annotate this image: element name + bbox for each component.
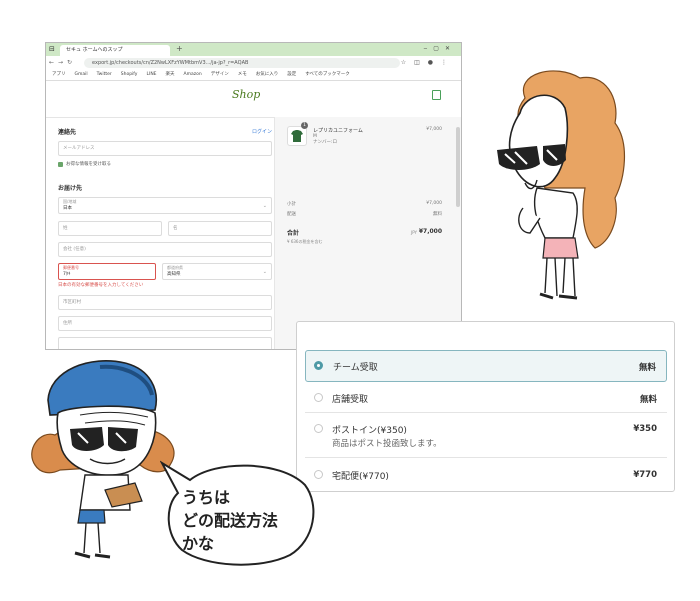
- radio-selected[interactable]: [314, 361, 323, 370]
- option-name: 宅配便(¥770): [332, 472, 389, 482]
- bookmark-item[interactable]: 設定: [287, 72, 296, 77]
- shop-header: Shop: [46, 81, 461, 118]
- bookmark-item[interactable]: アプリ: [52, 72, 66, 77]
- tshirt-icon: [291, 130, 303, 142]
- newsletter-label: お得な情報を受け取る: [66, 162, 111, 167]
- option-price: 無料: [638, 363, 656, 373]
- tab-search-icon[interactable]: ⊟: [49, 45, 55, 53]
- chevron-down-icon: ⌄: [262, 269, 267, 275]
- option-name: 店舗受取: [332, 395, 369, 405]
- tax-note: ¥ 636の税金を含む: [287, 239, 323, 244]
- city-field[interactable]: 市区町村: [58, 295, 272, 310]
- bookmark-item[interactable]: Shopify: [121, 72, 138, 77]
- browser-tab[interactable]: セキュ ホームへのスップ: [60, 45, 170, 56]
- shipping-option-post-in[interactable]: ポストイン(¥350) 商品はポスト投函致します。 ¥350: [305, 413, 667, 457]
- new-tab-icon[interactable]: +: [176, 44, 183, 53]
- cart-icon[interactable]: [432, 90, 441, 100]
- bookmark-item[interactable]: すべてのブックマーク: [305, 72, 350, 77]
- total-currency: JPY: [411, 230, 417, 235]
- speech-bubble-text: うちは どの配送方法 かな: [182, 488, 279, 553]
- bookmark-item[interactable]: デザイン: [211, 72, 229, 77]
- address-placeholder: 住所: [63, 321, 72, 326]
- bookmark-item[interactable]: 楽天: [166, 72, 175, 77]
- login-link[interactable]: ログイン: [252, 128, 272, 135]
- postal-error-message: 日本の有効な郵便番号を入力してください: [58, 283, 144, 288]
- option-name: ポストイン(¥350): [332, 426, 407, 436]
- browser-window: ⊟ セキュ ホームへのスップ + ‒▢✕ ←→↻ export.jp/check…: [45, 42, 462, 350]
- newsletter-checkbox[interactable]: [58, 162, 63, 167]
- bookmark-item[interactable]: Amazon: [184, 72, 202, 77]
- bookmark-item[interactable]: Gmail: [75, 72, 88, 77]
- shop-logo[interactable]: Shop: [232, 88, 260, 101]
- country-select[interactable]: 国/地域 日本 ⌄: [58, 197, 272, 214]
- nav-buttons-icon[interactable]: ←→↻: [49, 59, 76, 66]
- postal-code-field[interactable]: 郵便番号 7ﾀｷ: [58, 263, 156, 280]
- shipping-option-store-pickup[interactable]: 店舗受取 無料: [305, 382, 667, 412]
- chevron-down-icon: ⌄: [262, 203, 267, 209]
- total-label: 合計: [287, 230, 300, 237]
- radio-unselected[interactable]: [314, 424, 323, 433]
- first-name-field[interactable]: 名: [168, 221, 272, 236]
- last-name-placeholder: 姓: [63, 226, 68, 231]
- quantity-badge: 1: [301, 122, 308, 129]
- extensions-icon[interactable]: ☆◫●⋮: [401, 59, 455, 66]
- bookmark-item[interactable]: メモ: [238, 72, 247, 77]
- bookmark-item[interactable]: Twitter: [97, 72, 112, 77]
- checkout-area: 連絡先 ログイン メールアドレス お得な情報を受け取る お届け先 国/地域 日本…: [46, 117, 461, 349]
- bookmark-item[interactable]: お気に入り: [256, 72, 279, 77]
- option-price: ¥770: [633, 470, 657, 480]
- order-summary: 1 レプリカユニフォーム M ナンバー:ロ ¥7,000 小計 ¥7,000 配…: [274, 117, 461, 349]
- shipping-option-home-delivery[interactable]: 宅配便(¥770) ¥770: [305, 458, 667, 490]
- address-field[interactable]: 住所: [58, 316, 272, 331]
- option-price: ¥350: [633, 424, 657, 434]
- contact-heading: 連絡先: [58, 129, 77, 136]
- country-value: 日本: [63, 206, 72, 211]
- tab-bar: ⊟ セキュ ホームへのスップ + ‒▢✕: [46, 43, 461, 56]
- product-thumbnail: [287, 126, 307, 146]
- subtotal-label: 小計: [287, 202, 296, 207]
- product-price: ¥7,000: [426, 127, 442, 132]
- option-name: チーム受取: [333, 363, 378, 373]
- bookmark-item[interactable]: LINE: [146, 72, 156, 77]
- shipping-label: 配送: [287, 212, 296, 217]
- url-text: export.jp/checkouts/cn/Z2NwLXFzYWMtbmV3.…: [92, 60, 249, 66]
- address2-field[interactable]: [58, 337, 272, 349]
- option-description: 商品はポスト投函致します。: [332, 439, 442, 449]
- radio-unselected[interactable]: [314, 393, 323, 402]
- curly-hair-character-illustration: [497, 70, 625, 300]
- company-placeholder: 会社 (任意): [63, 247, 86, 252]
- prefecture-select[interactable]: 都道府県 高知県 ⌄: [162, 263, 272, 280]
- product-name: レプリカユニフォーム: [313, 128, 363, 134]
- url-input[interactable]: export.jp/checkouts/cn/Z2NwLXFzYWMtbmV3.…: [84, 58, 400, 68]
- shipping-method-panel: チーム受取 無料 店舗受取 無料 ポストイン(¥350) 商品はポスト投函致しま…: [296, 321, 675, 492]
- first-name-placeholder: 名: [173, 226, 178, 231]
- total-value: ¥7,000: [418, 228, 442, 235]
- address-bar: ←→↻ export.jp/checkouts/cn/Z2NwLXFzYWMtb…: [46, 56, 461, 70]
- subtotal-value: ¥7,000: [426, 201, 442, 206]
- scrollbar[interactable]: [456, 127, 460, 207]
- bookmarks-bar: アプリ Gmail Twitter Shopify LINE 楽天 Amazon デザイン メモ…: [46, 70, 461, 81]
- email-field[interactable]: メールアドレス: [58, 141, 272, 156]
- city-placeholder: 市区町村: [63, 300, 81, 305]
- prefecture-value: 高知県: [167, 272, 181, 277]
- email-placeholder: メールアドレス: [63, 146, 95, 151]
- product-variant-2: ナンバー:ロ: [313, 140, 338, 145]
- delivery-heading: お届け先: [58, 185, 83, 192]
- tab-title: セキュ ホームへのスップ: [66, 47, 123, 53]
- option-price: 無料: [639, 395, 657, 405]
- last-name-field[interactable]: 姓: [58, 221, 162, 236]
- postal-value: 7ﾀｷ: [63, 272, 71, 277]
- window-controls[interactable]: ‒▢✕: [423, 45, 456, 52]
- company-field[interactable]: 会社 (任意): [58, 242, 272, 257]
- shipping-value: 無料: [433, 212, 442, 217]
- shipping-option-team-pickup[interactable]: チーム受取 無料: [305, 350, 667, 382]
